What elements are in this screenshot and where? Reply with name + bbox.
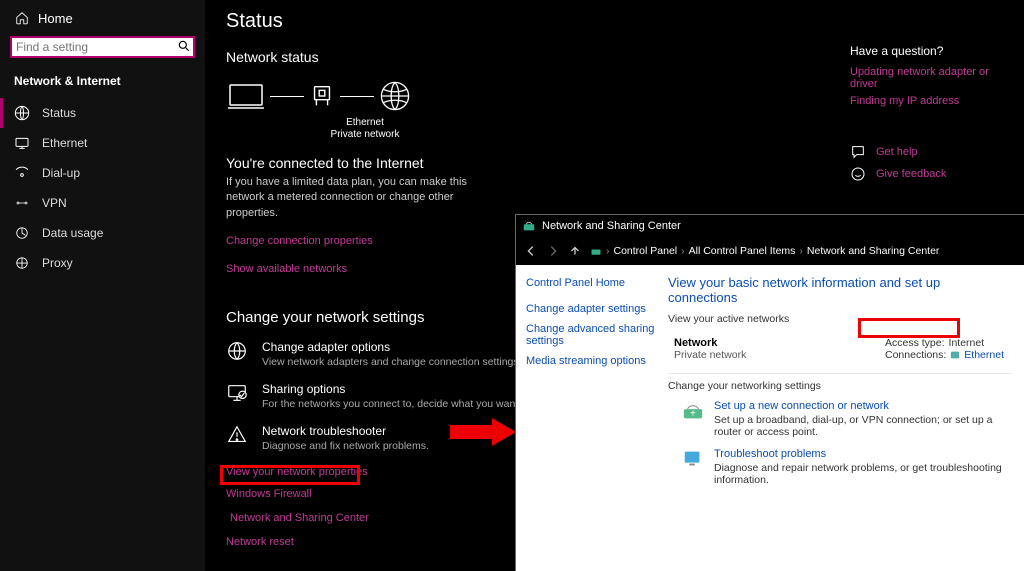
page-title: Status bbox=[226, 10, 1004, 33]
diagram-line bbox=[340, 96, 374, 97]
status-icon bbox=[14, 105, 30, 121]
show-networks-link[interactable]: Show available networks bbox=[226, 263, 347, 275]
cp-address-bar: › Control Panel › All Control Panel Item… bbox=[516, 237, 1024, 265]
diagram-label: Ethernet bbox=[320, 117, 410, 129]
cp-task-desc: Set up a broadband, dial-up, or VPN conn… bbox=[714, 414, 1012, 438]
change-connection-properties-link[interactable]: Change connection properties bbox=[226, 235, 373, 247]
cp-side-media[interactable]: Media streaming options bbox=[526, 355, 656, 367]
diagram-line bbox=[270, 96, 304, 97]
help-heading: Have a question? bbox=[850, 44, 1010, 58]
cp-network-info: Network Private network Access type: Int… bbox=[668, 333, 1012, 369]
setting-desc: View network adapters and change connect… bbox=[262, 356, 522, 368]
cp-side-sharing[interactable]: Change advanced sharing settings bbox=[526, 323, 656, 347]
setting-desc: Diagnose and fix network problems. bbox=[262, 440, 429, 452]
chat-icon bbox=[850, 144, 866, 160]
breadcrumb-item[interactable]: Network and Sharing Center bbox=[807, 245, 940, 257]
help-link-adapter[interactable]: Updating network adapter or driver bbox=[850, 66, 1010, 90]
annotation-arrow bbox=[448, 418, 518, 446]
sidebar-item-label: VPN bbox=[42, 196, 67, 210]
breadcrumb-item[interactable]: Control Panel bbox=[614, 245, 678, 257]
connection-icon: + bbox=[682, 400, 704, 422]
feedback-icon bbox=[850, 166, 866, 182]
pc-icon bbox=[226, 81, 266, 111]
diagram-label: Private network bbox=[320, 129, 410, 141]
sidebar-item-label: Data usage bbox=[42, 226, 103, 240]
cp-task-desc: Diagnose and repair network problems, or… bbox=[714, 462, 1012, 486]
cp-task-troubleshoot[interactable]: Troubleshoot problems Diagnose and repai… bbox=[668, 448, 1012, 486]
annotation-highlight bbox=[220, 465, 360, 485]
sidebar-item-vpn[interactable]: VPN bbox=[0, 188, 205, 218]
dialup-icon bbox=[14, 165, 30, 181]
setting-title: Change adapter options bbox=[262, 340, 522, 354]
feedback-link[interactable]: Give feedback bbox=[876, 168, 946, 180]
network-icon bbox=[522, 219, 536, 233]
data-icon bbox=[14, 225, 30, 241]
cp-network-type: Private network bbox=[674, 349, 746, 361]
back-icon[interactable] bbox=[524, 244, 538, 258]
sidebar-item-label: Dial-up bbox=[42, 166, 80, 180]
proxy-icon bbox=[14, 255, 30, 271]
breadcrumb[interactable]: › Control Panel › All Control Panel Item… bbox=[590, 245, 939, 257]
search-input[interactable] bbox=[10, 36, 195, 58]
router-icon bbox=[308, 82, 336, 110]
adapter-icon bbox=[226, 340, 248, 362]
troubleshooter-icon bbox=[226, 424, 248, 446]
help-column: Have a question? Updating network adapte… bbox=[850, 44, 1010, 182]
cp-task-title[interactable]: Troubleshoot problems bbox=[714, 448, 1012, 460]
cp-access-label: Access type: bbox=[885, 337, 945, 349]
cp-title-bar[interactable]: Network and Sharing Center bbox=[516, 215, 1024, 237]
cp-main-heading: View your basic network information and … bbox=[668, 275, 1012, 305]
vpn-icon bbox=[14, 195, 30, 211]
ethernet-icon bbox=[950, 350, 960, 360]
up-icon[interactable] bbox=[568, 244, 582, 258]
sidebar-item-label: Ethernet bbox=[42, 136, 87, 150]
svg-text:+: + bbox=[690, 409, 696, 420]
cp-side-home[interactable]: Control Panel Home bbox=[526, 277, 656, 289]
troubleshoot-icon bbox=[682, 448, 704, 470]
home-icon bbox=[14, 10, 30, 26]
cp-sub-heading: View your active networks bbox=[668, 313, 1012, 325]
help-link-ip[interactable]: Finding my IP address bbox=[850, 95, 1010, 107]
setting-title: Network troubleshooter bbox=[262, 424, 429, 438]
home-label: Home bbox=[38, 11, 73, 26]
cp-network-name: Network bbox=[674, 337, 746, 349]
network-icon bbox=[590, 245, 602, 257]
sidebar-item-status[interactable]: Status bbox=[0, 98, 205, 128]
search-container bbox=[0, 32, 205, 68]
cp-task-title[interactable]: Set up a new connection or network bbox=[714, 400, 1012, 412]
sidebar-item-ethernet[interactable]: Ethernet bbox=[0, 128, 205, 158]
cp-main: View your basic network information and … bbox=[666, 265, 1024, 571]
cp-body: Control Panel Home Change adapter settin… bbox=[516, 265, 1024, 571]
cp-window-title: Network and Sharing Center bbox=[542, 220, 681, 232]
cp-ethernet-link[interactable]: Ethernet bbox=[964, 349, 1004, 361]
cp-side-adapter[interactable]: Change adapter settings bbox=[526, 303, 656, 315]
ethernet-icon bbox=[14, 135, 30, 151]
sidebar-category: Network & Internet bbox=[0, 68, 205, 98]
globe-icon bbox=[378, 79, 412, 113]
cp-change-heading: Change your networking settings bbox=[668, 380, 1012, 392]
separator bbox=[668, 373, 1012, 374]
get-help-row[interactable]: Get help bbox=[850, 144, 1010, 160]
sidebar-item-dialup[interactable]: Dial-up bbox=[0, 158, 205, 188]
sharing-icon bbox=[226, 382, 248, 404]
search-icon bbox=[177, 39, 191, 53]
annotation-highlight bbox=[858, 318, 960, 338]
get-help-link[interactable]: Get help bbox=[876, 146, 918, 158]
settings-sidebar: Home Network & Internet Status Ethernet … bbox=[0, 0, 205, 571]
feedback-row[interactable]: Give feedback bbox=[850, 166, 1010, 182]
cp-access-value: Internet bbox=[949, 337, 985, 349]
sidebar-item-datausage[interactable]: Data usage bbox=[0, 218, 205, 248]
control-panel-window: Network and Sharing Center › Control Pan… bbox=[516, 215, 1024, 571]
breadcrumb-item[interactable]: All Control Panel Items bbox=[689, 245, 796, 257]
connected-body: If you have a limited data plan, you can… bbox=[226, 175, 486, 221]
forward-icon[interactable] bbox=[546, 244, 560, 258]
sidebar-item-label: Status bbox=[42, 106, 76, 120]
sidebar-item-label: Proxy bbox=[42, 256, 73, 270]
cp-conn-label: Connections: bbox=[885, 349, 946, 361]
cp-task-setup[interactable]: + Set up a new connection or network Set… bbox=[668, 400, 1012, 438]
cp-sidebar: Control Panel Home Change adapter settin… bbox=[516, 265, 666, 571]
sidebar-item-proxy[interactable]: Proxy bbox=[0, 248, 205, 278]
home-nav[interactable]: Home bbox=[0, 6, 205, 32]
